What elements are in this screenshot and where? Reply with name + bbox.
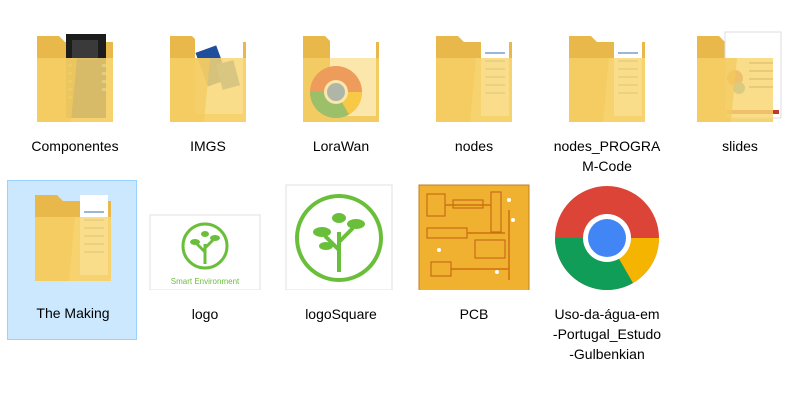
file-name: nodes — [454, 138, 494, 154]
file-item-imgs[interactable]: IMGS — [143, 12, 273, 172]
file-name: IMGS — [190, 138, 226, 154]
file-name: PCB — [459, 306, 489, 322]
file-item-the-making[interactable]: The Making — [7, 180, 137, 340]
file-item-slides[interactable]: slides — [675, 12, 800, 172]
file-item-pcb[interactable]: PCB — [409, 180, 539, 340]
file-name: slides — [722, 138, 758, 154]
file-item-nodes[interactable]: nodes — [409, 12, 539, 172]
file-item-uso-da-agua[interactable]: Uso-da-água-em -Portugal_Estudo -Gulbenk… — [542, 180, 672, 362]
file-item-lorawan[interactable]: LoraWan — [276, 12, 406, 172]
file-name: Uso-da-água-em -Portugal_Estudo -Gulbenk… — [552, 306, 662, 362]
image-thumbnail — [276, 180, 406, 290]
folder-icon — [542, 12, 672, 122]
folder-icon — [409, 12, 539, 122]
image-thumbnail: Smart Environment — [140, 180, 270, 290]
logo-caption: Smart Environment — [171, 277, 240, 286]
folder-icon — [675, 12, 800, 122]
image-thumbnail — [409, 180, 539, 290]
file-item-nodes-program-code[interactable]: nodes_PROGRA M-Code — [542, 12, 672, 174]
file-name: nodes_PROGRA M-Code — [553, 138, 661, 174]
file-name: logoSquare — [305, 306, 377, 322]
folder-icon — [8, 181, 138, 291]
file-name: The Making — [36, 305, 110, 321]
folder-icon — [143, 12, 273, 122]
file-name: LoraWan — [312, 138, 370, 154]
folder-icon — [10, 12, 140, 122]
file-item-componentes[interactable]: Componentes — [10, 12, 140, 172]
chrome-icon — [542, 180, 672, 290]
file-name: logo — [191, 306, 219, 322]
file-item-logosquare[interactable]: logoSquare — [276, 180, 406, 340]
file-name: Componentes — [31, 138, 119, 154]
file-item-logo[interactable]: Smart Environment logo — [140, 180, 270, 340]
folder-icon — [276, 12, 406, 122]
